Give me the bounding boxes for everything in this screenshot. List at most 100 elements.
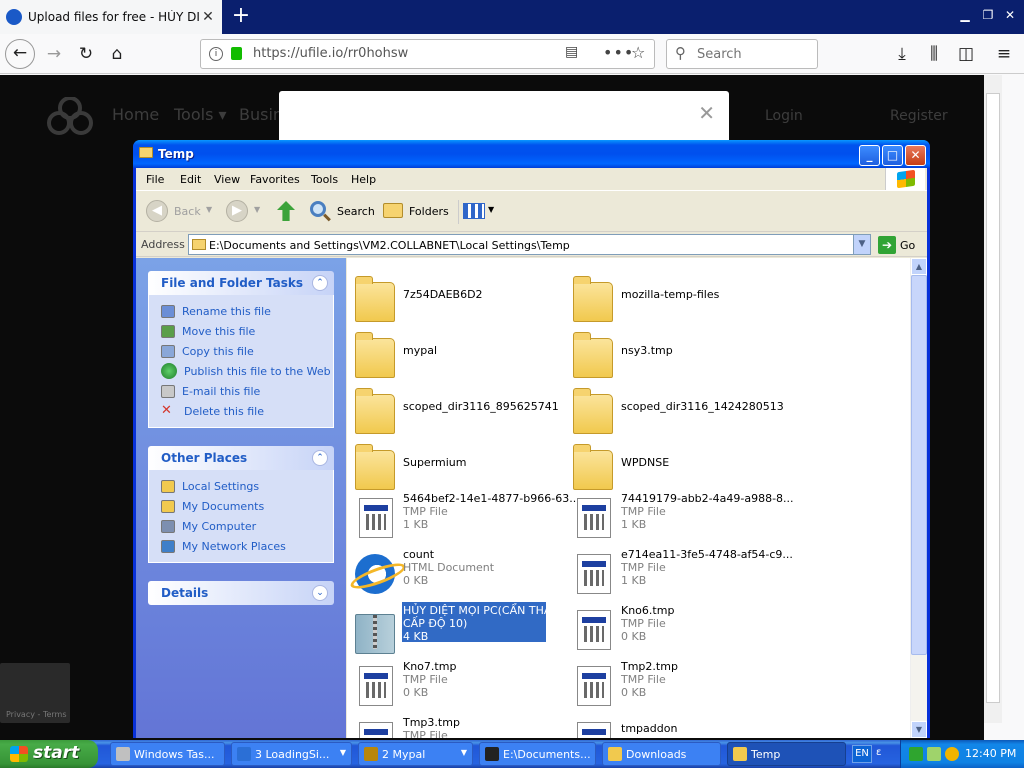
file-item[interactable]: e714ea11-3fe5-4748-af54-c9... TMP File 1 K… (569, 548, 793, 602)
chevron-down-icon[interactable]: ▼ (853, 235, 870, 254)
sidebar-icon[interactable]: ◫ (952, 40, 980, 68)
up-folder-button[interactable] (274, 199, 298, 225)
site-register-button[interactable]: Register (890, 108, 948, 124)
forward-button[interactable]: ▶ ▼ (224, 200, 264, 224)
site-login-link[interactable]: Login (765, 108, 803, 124)
explorer-titlebar[interactable]: Temp _ □ ✕ (133, 140, 930, 168)
chevron-down-icon[interactable]: ▼ (206, 205, 212, 214)
task-link[interactable]: My Network Places (161, 536, 333, 556)
task-link[interactable]: My Documents (161, 496, 333, 516)
site-nav-business[interactable]: Busin (239, 105, 283, 124)
scroll-down-icon[interactable]: ▼ (911, 721, 927, 738)
views-button[interactable]: ▼ (458, 200, 498, 224)
search-button[interactable]: Search (308, 200, 375, 224)
task-link[interactable]: E-mail this file (161, 381, 333, 401)
minimize-browser-button[interactable]: ▁ (955, 6, 975, 24)
task-link[interactable]: My Computer (161, 516, 333, 536)
network-icon[interactable] (927, 747, 941, 761)
reader-view-icon[interactable]: ▤ (565, 44, 578, 60)
new-tab-button[interactable]: + (230, 4, 252, 28)
home-icon[interactable]: ⌂ (103, 40, 131, 68)
task-link[interactable]: Rename this file (161, 301, 333, 321)
menu-tools[interactable]: Tools (311, 173, 338, 186)
menu-view[interactable]: View (214, 173, 240, 186)
expand-icon[interactable]: ⌄ (312, 585, 328, 601)
scrollbar-thumb[interactable] (911, 275, 927, 655)
go-button[interactable]: ➔ Go (876, 235, 921, 255)
language-indicator[interactable]: EN (852, 745, 872, 763)
restore-browser-button[interactable]: ❐ (978, 6, 998, 24)
folder-item[interactable]: mypal (351, 324, 566, 378)
maximize-button[interactable]: □ (882, 145, 903, 166)
panel-header[interactable]: File and Folder Tasks ⌃ (148, 271, 334, 295)
forward-arrow-icon[interactable]: → (40, 40, 68, 68)
folder-item[interactable]: 7z54DAEB6D2 (351, 268, 566, 322)
back-button[interactable]: ◀ Back ▼ (144, 200, 219, 224)
url-bar[interactable]: i https://ufile.io/rr0hohsw ▤ ••• ☆ (200, 39, 655, 69)
task-link[interactable]: Move this file (161, 321, 333, 341)
site-nav-home[interactable]: Home (112, 105, 159, 124)
folder-item[interactable]: WPDNSE (569, 436, 784, 490)
panel-header[interactable]: Other Places ⌃ (148, 446, 334, 470)
task-link[interactable]: Local Settings (161, 476, 333, 496)
file-item[interactable]: Tmp3.tmp TMP File (351, 716, 566, 738)
address-value[interactable]: E:\Documents and Settings\VM2.COLLABNET\… (209, 239, 570, 252)
downloads-icon[interactable]: ⤓ (888, 40, 916, 68)
search-box[interactable]: ⚲ Search (666, 39, 818, 69)
page-actions-icon[interactable]: ••• (603, 43, 634, 62)
page-scrollbar-thumb[interactable] (986, 93, 1000, 703)
collapse-icon[interactable]: ⌃ (312, 275, 328, 291)
collapse-icon[interactable]: ⌃ (312, 450, 328, 466)
task-link[interactable]: Publish this file to the Web (161, 361, 333, 381)
recaptcha-badge[interactable]: Privacy - Terms (0, 663, 70, 723)
taskbar-button[interactable]: Downloads (602, 742, 721, 766)
scroll-up-icon[interactable]: ▲ (911, 258, 927, 275)
file-item[interactable]: count HTML Document 0 KB (351, 548, 566, 602)
file-list-scrollbar[interactable]: ▲ ▼ (910, 258, 927, 738)
address-input[interactable]: E:\Documents and Settings\VM2.COLLABNET\… (188, 234, 871, 255)
panel-header[interactable]: Details ⌄ (148, 581, 334, 605)
taskbar-button[interactable]: 2 Mypal ▼ (358, 742, 473, 766)
modal-close-icon[interactable]: ✕ (698, 101, 715, 125)
folder-item[interactable]: mozilla-temp-files (569, 268, 784, 322)
folders-button[interactable]: Folders (381, 200, 451, 224)
file-item[interactable]: Kno6.tmp TMP File 0 KB (569, 604, 784, 658)
file-item[interactable]: 5464bef2-14e1-4877-b966-63... TMP File 1 K… (351, 492, 580, 546)
close-button[interactable]: ✕ (905, 145, 926, 166)
taskbar-button[interactable]: Windows Tas... (110, 742, 225, 766)
file-item[interactable]: HỦY DIỆT MỌI PC(CẨN THẬN CẤP ĐỘ 10) 4 KB (351, 602, 566, 658)
chevron-down-icon[interactable]: ▼ (254, 205, 260, 214)
task-link[interactable]: Copy this file (161, 341, 333, 361)
page-scrollbar[interactable] (984, 75, 1002, 723)
folder-item[interactable]: scoped_dir3116_895625741 (351, 380, 566, 434)
close-browser-button[interactable]: ✕ (1000, 6, 1020, 24)
library-icon[interactable]: ⫼ (920, 40, 948, 68)
browser-tab[interactable]: Upload files for free - HỦY DIỆT M ✕ (0, 0, 222, 34)
taskbar-button[interactable]: E:\Documents... (479, 742, 596, 766)
taskbar-button[interactable]: 3 LoadingSi... ▼ (231, 742, 352, 766)
minimize-button[interactable]: _ (859, 145, 880, 166)
tray-app-icon[interactable] (909, 747, 923, 761)
search-tray-icon[interactable] (945, 747, 959, 761)
site-nav-tools[interactable]: Tools ▾ (174, 105, 227, 124)
file-item[interactable]: tmpaddon (569, 716, 784, 738)
close-tab-icon[interactable]: ✕ (200, 9, 216, 25)
menu-edit[interactable]: Edit (180, 173, 201, 186)
back-arrow-icon[interactable]: ← (5, 39, 35, 69)
site-info-icon[interactable]: i (209, 47, 223, 61)
file-item[interactable]: Tmp2.tmp TMP File 0 KB (569, 660, 784, 714)
start-button[interactable]: start (0, 740, 98, 768)
menu-favorites[interactable]: Favorites (250, 173, 300, 186)
input-mode-indicator[interactable]: ε (876, 747, 881, 758)
menu-help[interactable]: Help (351, 173, 376, 186)
bookmark-star-icon[interactable]: ☆ (631, 43, 645, 62)
task-link[interactable]: ✕ Delete this file (161, 401, 333, 421)
folder-item[interactable]: Supermium (351, 436, 566, 490)
folder-item[interactable]: scoped_dir3116_1424280513 (569, 380, 784, 434)
taskbar-button[interactable]: Temp (727, 742, 846, 766)
hamburger-menu-icon[interactable]: ≡ (990, 40, 1018, 68)
menu-file[interactable]: File (146, 173, 164, 186)
folder-item[interactable]: nsy3.tmp (569, 324, 784, 378)
url-text[interactable]: https://ufile.io/rr0hohsw (253, 46, 408, 61)
file-item[interactable]: Kno7.tmp TMP File 0 KB (351, 660, 566, 714)
